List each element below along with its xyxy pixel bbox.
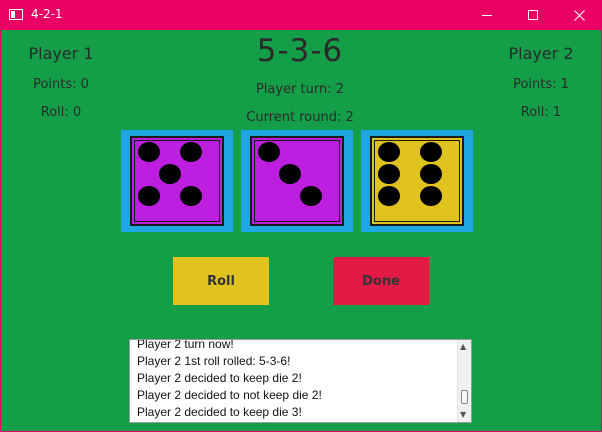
die-pip xyxy=(138,186,160,206)
roll-button[interactable]: Roll xyxy=(173,257,269,305)
die-pip xyxy=(258,142,280,162)
log-scrollbar[interactable]: ▲ ▼ xyxy=(457,340,471,422)
die-pip xyxy=(420,164,442,184)
die-pip xyxy=(138,142,160,162)
minimize-icon xyxy=(482,15,492,16)
die-pip xyxy=(300,186,322,206)
player1-roll: Roll: 0 xyxy=(40,105,82,120)
scroll-thumb[interactable] xyxy=(461,390,468,404)
done-button[interactable]: Done xyxy=(333,257,429,305)
die-2[interactable] xyxy=(241,130,353,232)
log-line: Player 2 decided to keep die 3! xyxy=(137,405,302,419)
die-1[interactable] xyxy=(121,130,233,232)
maximize-icon xyxy=(528,10,538,20)
log-line: Player 2 turn now! xyxy=(137,339,234,351)
die-pip xyxy=(420,186,442,206)
close-icon xyxy=(573,9,585,21)
die-3[interactable] xyxy=(361,130,473,232)
player2-points: Points: 1 xyxy=(513,77,569,92)
die-face xyxy=(130,136,224,226)
scroll-down-icon[interactable]: ▼ xyxy=(460,411,466,419)
player-turn: Player turn: 2 xyxy=(255,82,345,97)
roll-result: 5-3-6 xyxy=(256,33,344,69)
window-title: 4-2-1 xyxy=(31,7,63,21)
current-round: Current round: 2 xyxy=(246,110,354,125)
die-pip xyxy=(180,186,202,206)
maximize-button[interactable] xyxy=(510,0,556,30)
die-pip xyxy=(378,186,400,206)
player2-name: Player 2 xyxy=(508,44,574,63)
die-pip xyxy=(420,142,442,162)
log-lines: Player 2 turn now! Player 2 1st roll roll… xyxy=(137,339,455,421)
app-icon xyxy=(9,9,23,20)
die-pip xyxy=(279,164,301,184)
minimize-button[interactable] xyxy=(464,0,510,30)
die-pip xyxy=(159,164,181,184)
die-pip xyxy=(378,142,400,162)
die-face xyxy=(370,136,464,226)
log-line: Player 2 decided to keep die 2! xyxy=(137,371,302,385)
log-line: Player 2 1st roll rolled: 5-3-6! xyxy=(137,354,291,368)
die-face xyxy=(250,136,344,226)
close-button[interactable] xyxy=(556,0,602,30)
title-bar: 4-2-1 xyxy=(0,0,602,30)
log-line: Player 2 decided to not keep die 2! xyxy=(137,388,322,402)
player1-name: Player 1 xyxy=(28,44,94,63)
player2-roll: Roll: 1 xyxy=(520,105,562,120)
player1-points: Points: 0 xyxy=(33,77,89,92)
die-pip xyxy=(180,142,202,162)
scroll-up-icon[interactable]: ▲ xyxy=(460,343,466,351)
die-pip xyxy=(378,164,400,184)
game-log[interactable]: Player 2 turn now! Player 2 1st roll roll… xyxy=(129,339,472,423)
